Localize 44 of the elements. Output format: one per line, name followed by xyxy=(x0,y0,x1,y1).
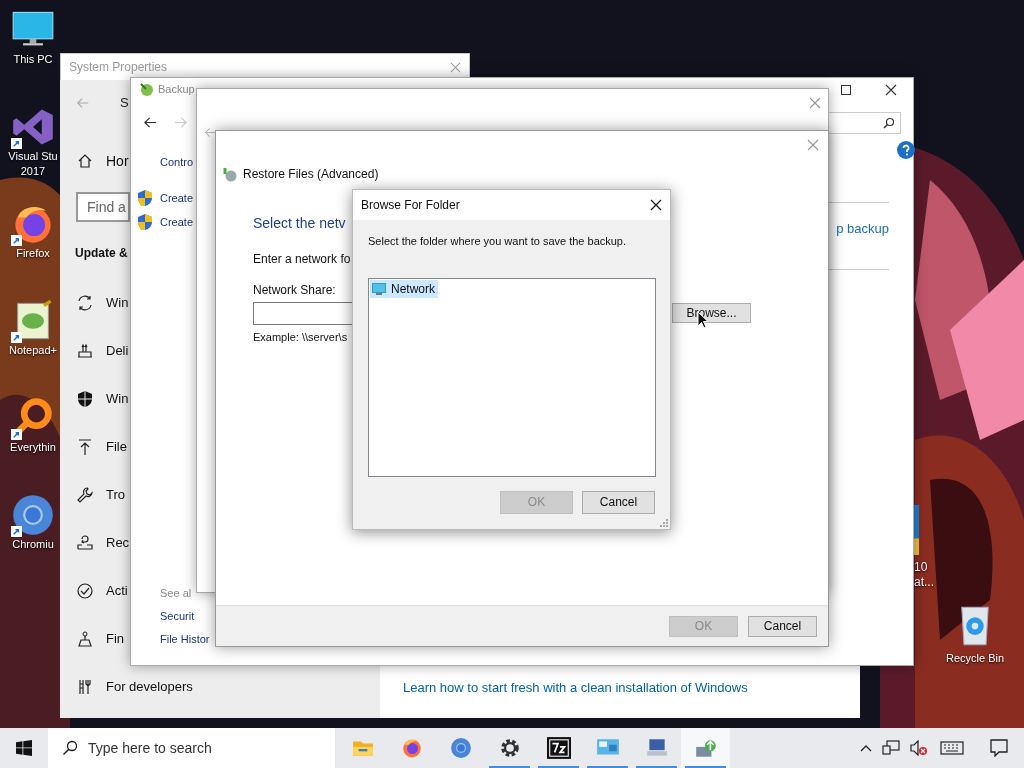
search-field[interactable]: Find a xyxy=(76,192,130,222)
icon-label[interactable]: Recycle Bin xyxy=(945,651,1005,666)
link[interactable]: File Histor xyxy=(160,631,210,647)
icon-label[interactable]: Visual Stu 2017 xyxy=(8,149,58,179)
window-title: Backup xyxy=(158,82,195,97)
nav-item[interactable]: Fin xyxy=(106,629,125,649)
nav-item[interactable]: Win xyxy=(106,293,129,313)
section-label: See al xyxy=(160,586,192,601)
icon-label[interactable]: 10 at... xyxy=(914,560,934,590)
instruction-text: Enter a network fo xyxy=(253,251,351,268)
window-title: Restore Files (Advanced) xyxy=(243,166,379,183)
folder-tree[interactable]: Network xyxy=(368,277,656,477)
nav-item[interactable]: Deli xyxy=(106,341,129,361)
nav-item[interactable]: Tro xyxy=(106,485,126,505)
link[interactable]: Create xyxy=(160,189,194,207)
icon-label[interactable]: Firefox xyxy=(16,246,50,261)
tree-item[interactable]: Network xyxy=(370,279,438,298)
section-heading: Update & xyxy=(75,245,128,262)
nav-item[interactable]: Rec xyxy=(106,533,130,553)
nav-item[interactable]: Hor xyxy=(106,150,129,172)
window-title: Browse For Folder xyxy=(361,197,460,214)
heading: Select the netv xyxy=(253,214,346,233)
link[interactable]: Create xyxy=(160,213,194,231)
icon-label[interactable]: Notepad+ xyxy=(9,343,57,358)
nav-item[interactable]: File xyxy=(106,437,127,457)
browse-button[interactable]: Browse... xyxy=(672,303,751,323)
search-field[interactable]: Type here to search xyxy=(48,728,335,768)
link[interactable]: Contro xyxy=(160,154,194,170)
link[interactable]: Learn how to start fresh with a clean installation of Windows xyxy=(403,678,748,698)
link[interactable]: p backup xyxy=(836,219,889,239)
nav-item[interactable]: Acti xyxy=(106,581,128,601)
window-title: S xyxy=(120,94,129,113)
nav-item[interactable]: For developers xyxy=(106,677,193,697)
link[interactable]: Securit xyxy=(160,608,195,624)
button[interactable]: Cancel xyxy=(748,615,817,637)
button[interactable]: Cancel xyxy=(582,490,655,514)
field-label: Network Share: xyxy=(253,282,336,299)
nav-item[interactable]: Win xyxy=(106,389,129,409)
icon-label[interactable]: Everythin xyxy=(10,440,56,455)
icon-label[interactable]: Chromiu xyxy=(12,537,54,552)
prompt-text: Select the folder where you want to save the backup. xyxy=(368,234,628,249)
window-title: System Properties xyxy=(69,59,168,76)
example-text: Example: \\server\s xyxy=(253,330,348,345)
icon-label[interactable]: This PC xyxy=(13,52,53,67)
